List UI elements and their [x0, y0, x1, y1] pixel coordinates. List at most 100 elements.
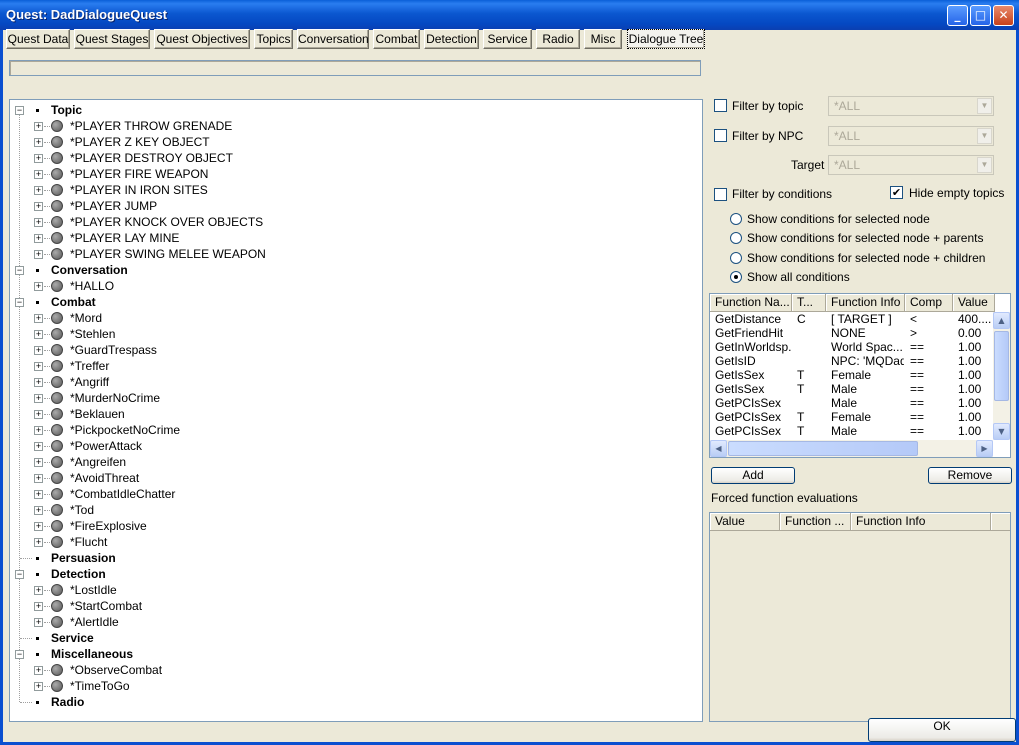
table-row[interactable]: GetFriendHit NONE >0.00: [710, 326, 993, 340]
expand-icon[interactable]: +: [34, 122, 43, 131]
tree-topic[interactable]: + *PickpocketNoCrime: [10, 422, 700, 438]
tree-topic[interactable]: + *StartCombat: [10, 598, 700, 614]
column-header[interactable]: Value: [710, 513, 780, 531]
tree-category[interactable]: Radio: [10, 694, 700, 710]
conditions-horizontal-scrollbar[interactable]: ◀ ▶: [710, 440, 993, 457]
filter-topic-checkbox[interactable]: [714, 99, 727, 112]
tree-topic[interactable]: + *LostIdle: [10, 582, 700, 598]
tree-topic[interactable]: + *FireExplosive: [10, 518, 700, 534]
dialogue-text-field[interactable]: [9, 60, 701, 76]
tab-quest-objectives[interactable]: Quest Objectives: [154, 29, 250, 49]
expand-icon[interactable]: +: [34, 682, 43, 691]
expand-icon[interactable]: +: [34, 138, 43, 147]
column-header[interactable]: Function Info: [851, 513, 991, 531]
ok-button[interactable]: OK: [868, 718, 1016, 742]
tree-topic[interactable]: + *PLAYER DESTROY OBJECT: [10, 150, 700, 166]
expand-icon[interactable]: +: [34, 170, 43, 179]
tree-topic[interactable]: + *GuardTrespass: [10, 342, 700, 358]
tab-service[interactable]: Service: [483, 29, 532, 49]
expand-icon[interactable]: +: [34, 426, 43, 435]
maximize-button[interactable]: □: [970, 5, 991, 26]
tab-quest-stages[interactable]: Quest Stages: [74, 29, 150, 49]
tab-conversation[interactable]: Conversation: [297, 29, 369, 49]
table-row[interactable]: GetIsID NPC: 'MQDad' == 1.00: [710, 354, 993, 368]
tree-topic[interactable]: + *PLAYER JUMP: [10, 198, 700, 214]
tree-topic[interactable]: + *MurderNoCrime: [10, 390, 700, 406]
expand-icon[interactable]: +: [34, 282, 43, 291]
column-header[interactable]: Function Info: [826, 294, 905, 312]
filter-npc-checkbox[interactable]: [714, 129, 727, 142]
tree-topic[interactable]: + *Beklauen: [10, 406, 700, 422]
tree-topic[interactable]: + *Flucht: [10, 534, 700, 550]
table-row[interactable]: GetPCIsSex T Male == 1.00: [710, 424, 993, 438]
tab-topics[interactable]: Topics: [254, 29, 293, 49]
column-header[interactable]: Comp: [905, 294, 953, 312]
tree-topic[interactable]: + *PLAYER SWING MELEE WEAPON: [10, 246, 700, 262]
expand-icon[interactable]: +: [34, 474, 43, 483]
tree-topic[interactable]: + *PLAYER Z KEY OBJECT: [10, 134, 700, 150]
tree-topic[interactable]: + *CombatIdleChatter: [10, 486, 700, 502]
expand-icon[interactable]: +: [34, 154, 43, 163]
expand-icon[interactable]: +: [34, 362, 43, 371]
dialogue-tree[interactable]: − Topic + *PLAYER THROW GRENADE + *PLAYER Z K…: [9, 99, 703, 722]
condition-scope-radio[interactable]: [730, 232, 742, 244]
filter-conditions-checkbox[interactable]: [714, 188, 727, 201]
tree-category[interactable]: − Miscellaneous: [10, 646, 700, 662]
expand-icon[interactable]: +: [34, 314, 43, 323]
remove-button[interactable]: Remove: [928, 467, 1012, 484]
table-row[interactable]: GetInWorldsp... World Spac... == 1.00: [710, 340, 993, 354]
condition-scope-radio[interactable]: [730, 213, 742, 225]
tree-category[interactable]: Persuasion: [10, 550, 700, 566]
tab-detection[interactable]: Detection: [424, 29, 479, 49]
column-header[interactable]: T...: [792, 294, 826, 312]
collapse-icon[interactable]: −: [15, 650, 24, 659]
collapse-icon[interactable]: −: [15, 298, 24, 307]
expand-icon[interactable]: +: [34, 506, 43, 515]
tree-topic[interactable]: + *PLAYER KNOCK OVER OBJECTS: [10, 214, 700, 230]
tree-category[interactable]: − Topic: [10, 102, 700, 118]
close-button[interactable]: ✕: [993, 5, 1014, 26]
tree-category[interactable]: − Detection: [10, 566, 700, 582]
npc-select[interactable]: *ALL ▼: [828, 126, 994, 146]
collapse-icon[interactable]: −: [15, 570, 24, 579]
expand-icon[interactable]: +: [34, 538, 43, 547]
expand-icon[interactable]: +: [34, 490, 43, 499]
minimize-button[interactable]: _: [947, 5, 968, 26]
target-select[interactable]: *ALL ▼: [828, 155, 994, 175]
expand-icon[interactable]: +: [34, 458, 43, 467]
tab-misc[interactable]: Misc: [584, 29, 622, 49]
scroll-left-button[interactable]: ◀: [710, 440, 727, 457]
expand-icon[interactable]: +: [34, 234, 43, 243]
expand-icon[interactable]: +: [34, 250, 43, 259]
condition-scope-radio[interactable]: [730, 271, 742, 283]
collapse-icon[interactable]: −: [15, 106, 24, 115]
tree-category[interactable]: − Combat: [10, 294, 700, 310]
column-header[interactable]: Value: [953, 294, 995, 312]
topic-select[interactable]: *ALL ▼: [828, 96, 994, 116]
expand-icon[interactable]: +: [34, 218, 43, 227]
tree-topic[interactable]: + *PLAYER IN IRON SITES: [10, 182, 700, 198]
expand-icon[interactable]: +: [34, 186, 43, 195]
tree-category[interactable]: Service: [10, 630, 700, 646]
tree-topic[interactable]: + *AvoidThreat: [10, 470, 700, 486]
vertical-scroll-thumb[interactable]: [994, 331, 1009, 401]
tab-quest-data[interactable]: Quest Data: [6, 29, 70, 49]
tree-topic[interactable]: + *PLAYER THROW GRENADE: [10, 118, 700, 134]
expand-icon[interactable]: +: [34, 378, 43, 387]
horizontal-scroll-thumb[interactable]: [728, 441, 918, 456]
conditions-vertical-scrollbar[interactable]: ▲ ▼: [993, 312, 1010, 440]
tab-dialogue-tree[interactable]: Dialogue Tree: [627, 29, 705, 49]
expand-icon[interactable]: +: [34, 346, 43, 355]
tree-topic[interactable]: + *ObserveCombat: [10, 662, 700, 678]
tree-topic[interactable]: + *PLAYER FIRE WEAPON: [10, 166, 700, 182]
expand-icon[interactable]: +: [34, 442, 43, 451]
expand-icon[interactable]: +: [34, 666, 43, 675]
tree-topic[interactable]: + *Tod: [10, 502, 700, 518]
tree-topic[interactable]: + *TimeToGo: [10, 678, 700, 694]
tree-topic[interactable]: + *HALLO: [10, 278, 700, 294]
expand-icon[interactable]: +: [34, 330, 43, 339]
tree-topic[interactable]: + *PowerAttack: [10, 438, 700, 454]
table-row[interactable]: GetIsSex T Male == 1.00: [710, 382, 993, 396]
collapse-icon[interactable]: −: [15, 266, 24, 275]
scroll-up-button[interactable]: ▲: [993, 312, 1010, 329]
